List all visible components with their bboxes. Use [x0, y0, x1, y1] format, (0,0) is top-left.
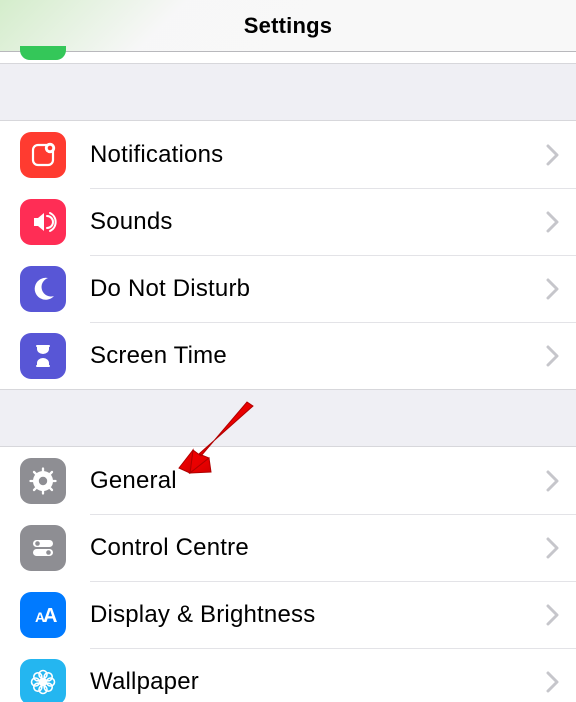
row-do-not-disturb[interactable]: Do Not Disturb: [0, 255, 576, 322]
row-sounds[interactable]: Sounds: [0, 188, 576, 255]
row-label: Do Not Disturb: [90, 275, 546, 303]
notifications-icon: [20, 132, 66, 178]
group-spacer: [0, 64, 576, 120]
row-label: Wallpaper: [90, 668, 546, 696]
row-control-centre[interactable]: Control Centre: [0, 514, 576, 581]
row-label: Control Centre: [90, 534, 546, 562]
row-label: Screen Time: [90, 342, 546, 370]
green-icon-fragment: [20, 46, 66, 60]
hourglass-icon: [20, 333, 66, 379]
row-label: Sounds: [90, 208, 546, 236]
svg-text:A: A: [43, 605, 57, 627]
chevron-right-icon: [546, 345, 560, 367]
row-display-brightness[interactable]: A A Display & Brightness: [0, 581, 576, 648]
chevron-right-icon: [546, 537, 560, 559]
settings-group-1: Notifications Sounds Do Not Disturb: [0, 120, 576, 390]
sounds-icon: [20, 199, 66, 245]
chevron-right-icon: [546, 671, 560, 693]
chevron-right-icon: [546, 211, 560, 233]
text-size-icon: A A: [20, 592, 66, 638]
chevron-right-icon: [546, 470, 560, 492]
flower-icon: [20, 659, 66, 702]
chevron-right-icon: [546, 278, 560, 300]
chevron-right-icon: [546, 144, 560, 166]
previous-group-peek: [0, 52, 576, 64]
page-title: Settings: [244, 13, 332, 39]
group-spacer: [0, 390, 576, 446]
chevron-right-icon: [546, 604, 560, 626]
row-label: Display & Brightness: [90, 601, 546, 629]
row-label: Notifications: [90, 141, 546, 169]
row-notifications[interactable]: Notifications: [0, 121, 576, 188]
header-bar: Settings: [0, 0, 576, 52]
moon-icon: [20, 266, 66, 312]
gear-icon: [20, 458, 66, 504]
settings-group-2: General Control Centre A A Display & Bri…: [0, 446, 576, 702]
row-wallpaper[interactable]: Wallpaper: [0, 648, 576, 702]
row-screen-time[interactable]: Screen Time: [0, 322, 576, 389]
row-label: General: [90, 467, 546, 495]
row-general[interactable]: General: [0, 447, 576, 514]
toggles-icon: [20, 525, 66, 571]
